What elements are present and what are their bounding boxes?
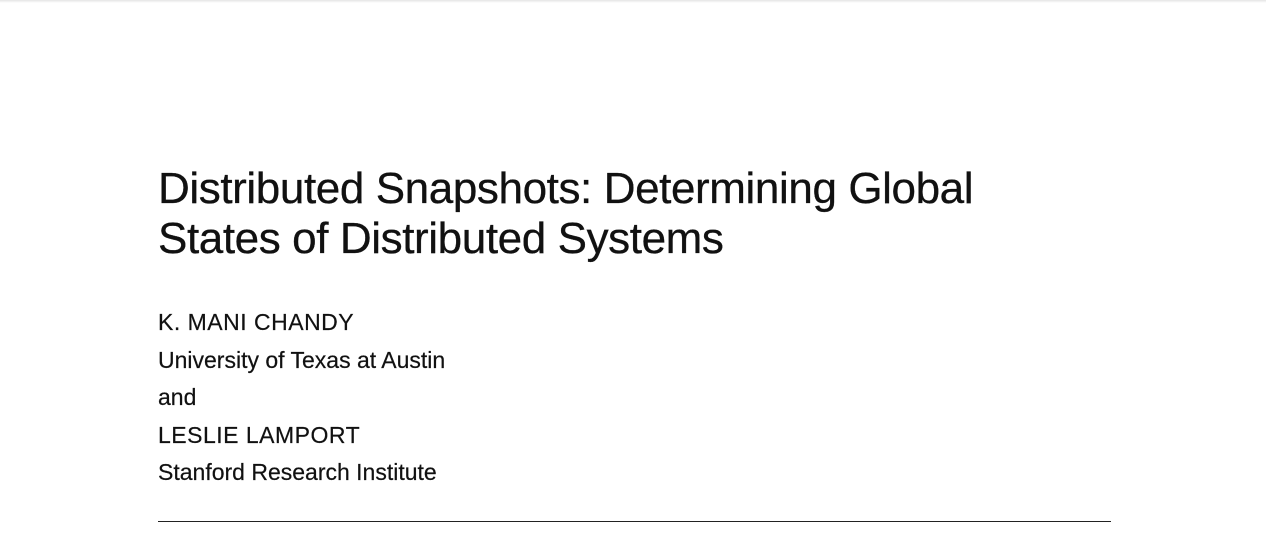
author-name-1: K. MANI CHANDY	[158, 309, 355, 335]
page-top-edge	[0, 0, 1266, 3]
author-block: K. MANI CHANDY University of Texas at Au…	[158, 304, 445, 492]
author-affiliation-1: University of Texas at Austin	[158, 346, 446, 373]
author-name-2: LESLIE LAMPORT	[158, 421, 361, 448]
author-affiliation-2: Stanford Research Institute	[158, 459, 437, 485]
paper-title-line-1: Distributed Snapshots: Determining Globa…	[158, 164, 974, 213]
horizontal-rule	[158, 521, 1111, 522]
paper-title: Distributed Snapshots: Determining Globa…	[158, 164, 1118, 264]
paper-title-line-2: States of Distributed Systems	[158, 214, 724, 263]
author-conjunction: and	[158, 384, 197, 410]
paper-header: Distributed Snapshots: Determining Globa…	[158, 164, 1118, 485]
